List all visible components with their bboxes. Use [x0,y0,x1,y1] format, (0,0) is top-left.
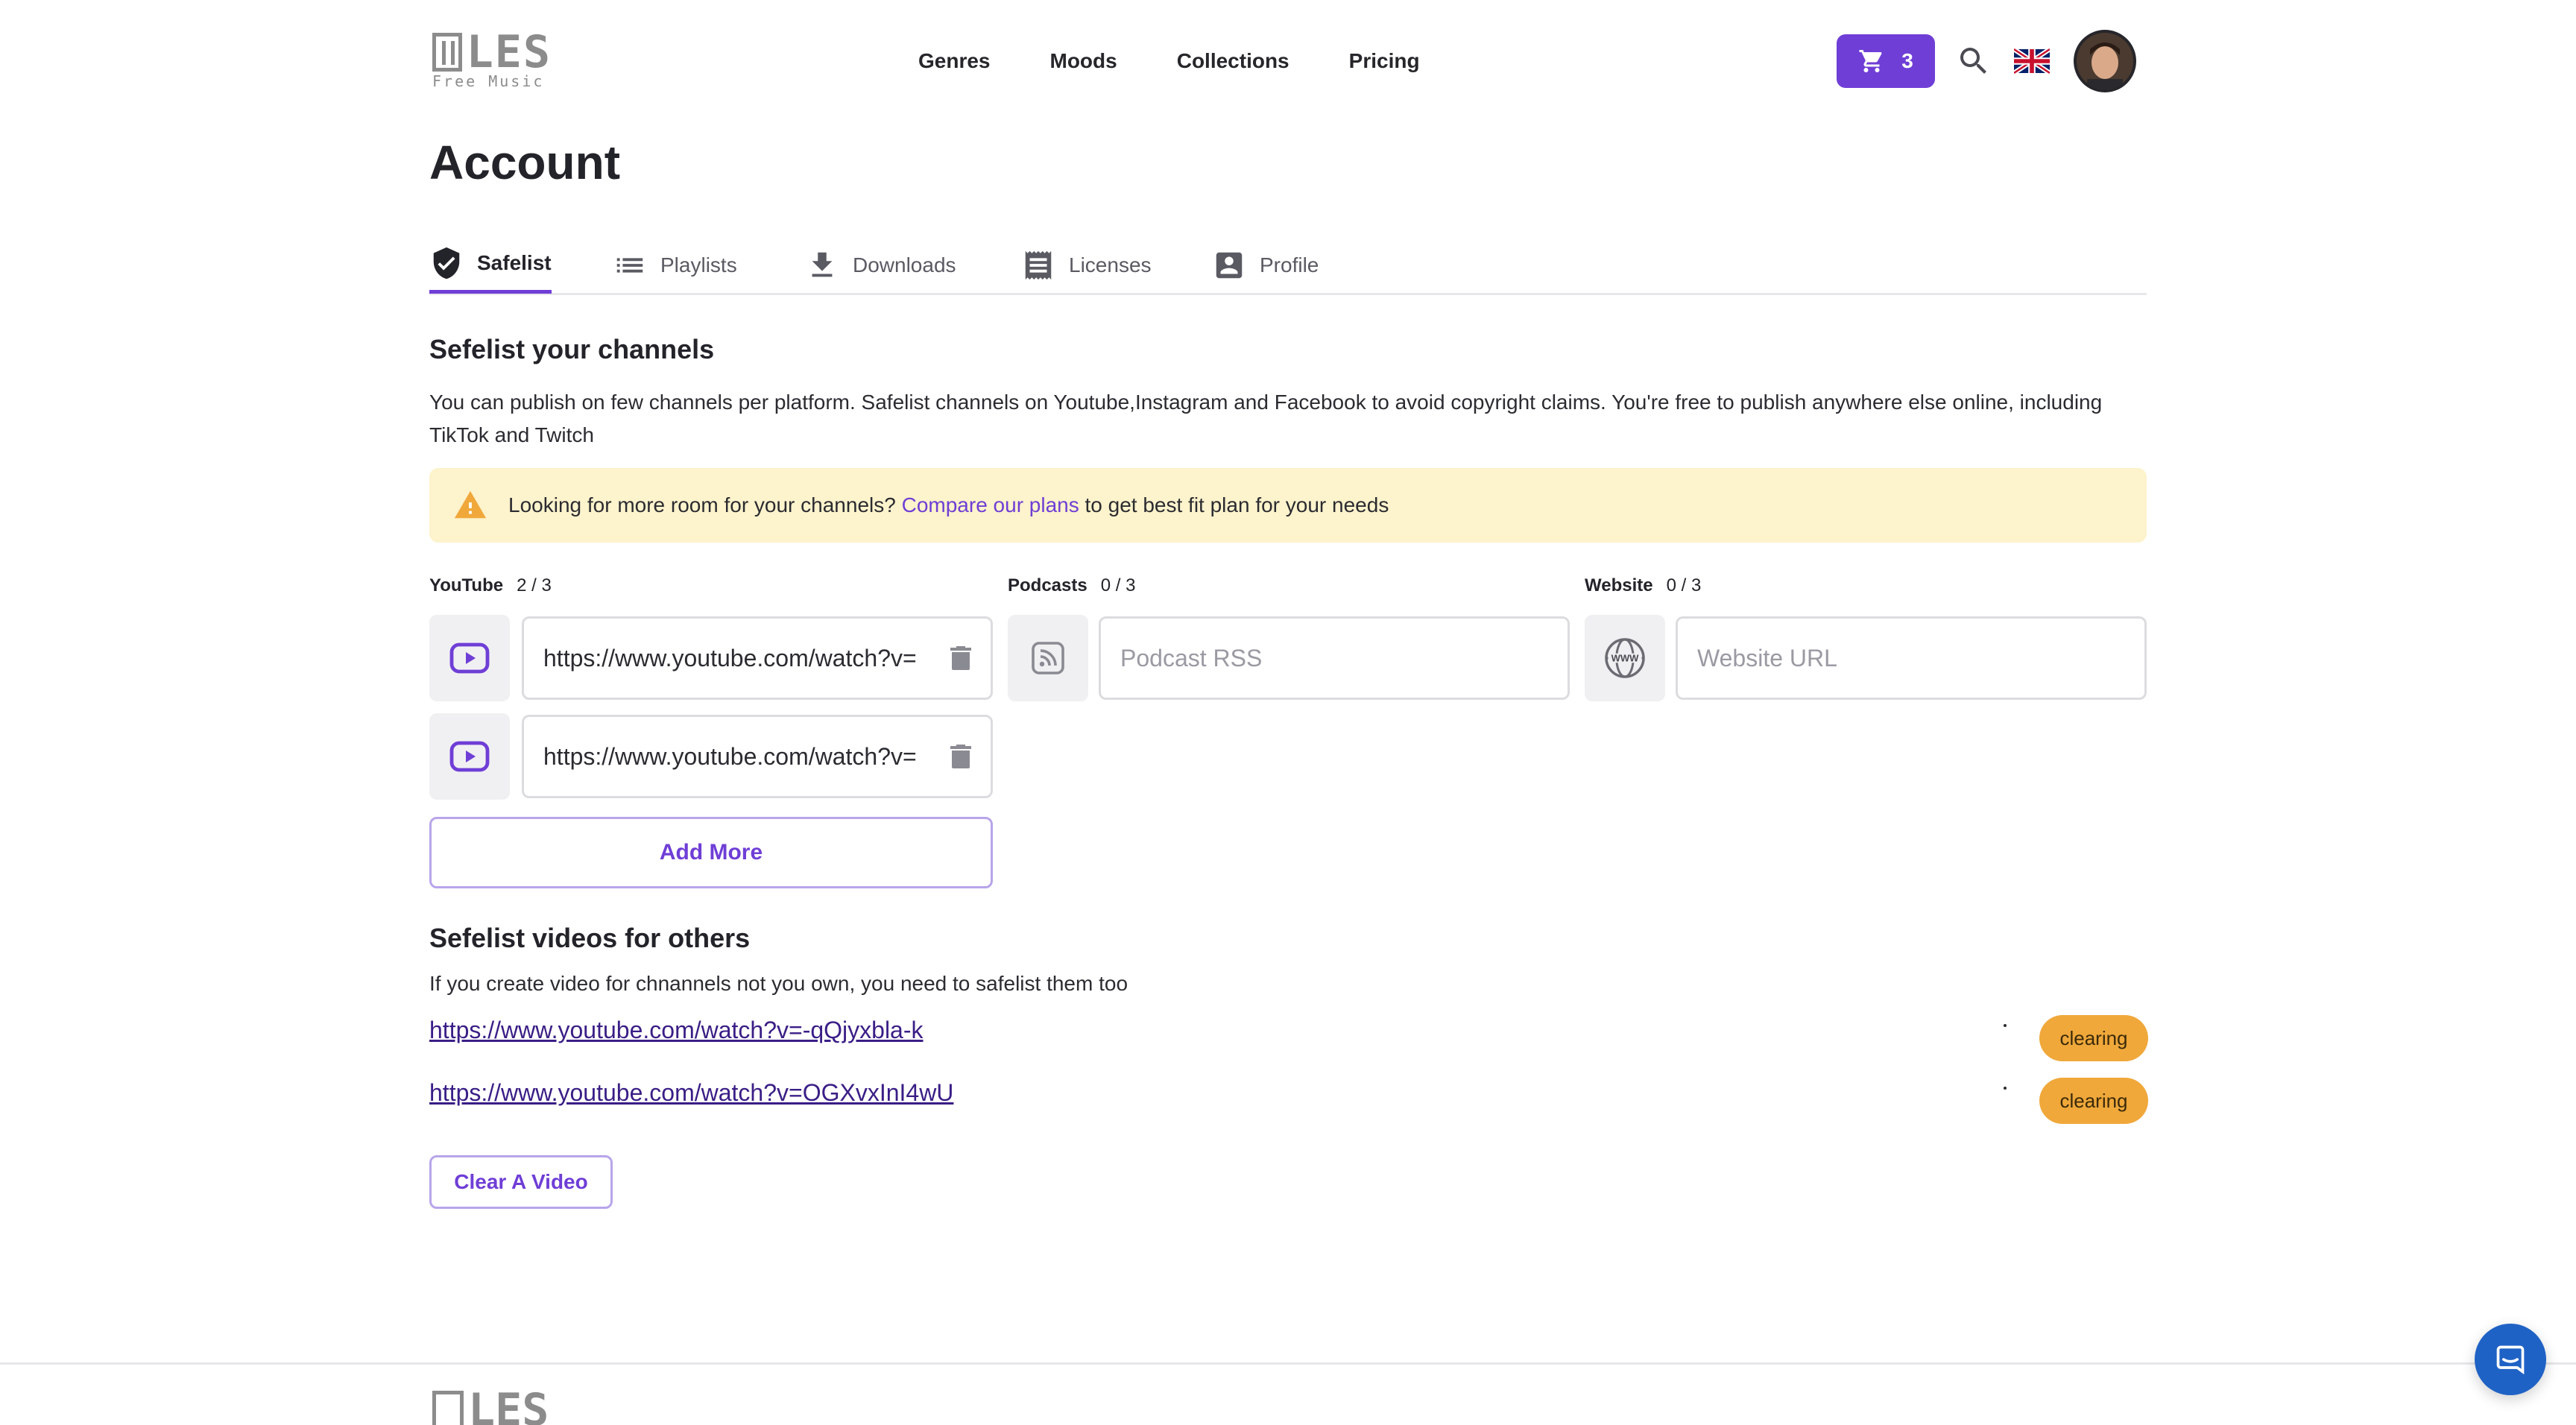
svg-text:WWW: WWW [1611,653,1640,664]
search-button[interactable] [1956,43,1992,79]
youtube-url-value: https://www.youtube.com/watch?v= [543,644,917,672]
footer-divider [0,1362,2576,1365]
youtube-url-value: https://www.youtube.com/watch?v= [543,742,917,770]
youtube-label: YouTube 2 / 3 [429,575,552,595]
list-icon [616,258,643,273]
youtube-tile [429,713,510,800]
separator-dot [2004,1024,2007,1027]
profile-card-icon [1216,252,1243,279]
main-nav: Genres Moods Collections Pricing [918,45,1420,78]
upgrade-alert: Looking for more room for your channels?… [429,468,2147,543]
rss-icon [1032,642,1064,674]
account-tabs: Safelist Playlists Downloads Licenses Pr… [429,236,2147,295]
tab-playlists[interactable]: Playlists [613,236,737,295]
channels-heading: Sefelist your channels [429,334,715,364]
video-link[interactable]: https://www.youtube.com/watch?v=-qQjyxbl… [429,1017,924,1044]
tab-label: Playlists [660,253,737,277]
website-url-placeholder: Website URL [1697,644,1837,672]
video-link[interactable]: https://www.youtube.com/watch?v=OGXvxInI… [429,1079,953,1107]
download-icon [812,252,833,277]
shield-check-icon [433,247,460,279]
logo-mark-icon [432,33,462,72]
status-badge: clearing [2039,1078,2148,1124]
website-count: 0 / 3 [1666,575,1702,595]
channels-description: You can publish on few channels per plat… [429,391,2103,446]
site-logo[interactable]: LES Free Music [432,26,552,90]
podcast-tile [1008,615,1088,701]
clear-video-button[interactable]: Clear A Video [429,1155,613,1209]
cart-count: 3 [1901,49,1913,72]
separator-dot [2004,1087,2007,1090]
youtube-count: 2 / 3 [517,575,552,595]
youtube-url-field[interactable]: https://www.youtube.com/watch?v= [522,715,993,798]
podcast-rss-placeholder: Podcast RSS [1120,644,1263,672]
podcast-rss-input[interactable]: Podcast RSS [1099,616,1570,700]
footer-logo-text: LES [468,1384,549,1425]
page-title: Account [429,136,620,189]
youtube-url-field[interactable]: https://www.youtube.com/watch?v= [522,616,993,700]
tab-licenses[interactable]: Licenses [1021,236,1152,295]
search-icon [1960,48,1986,74]
tab-profile[interactable]: Profile [1212,236,1319,295]
chat-icon [2496,1345,2525,1375]
others-description: If you create video for chnannels not yo… [429,972,1128,995]
others-heading: Sefelist videos for others [429,923,751,953]
receipt-icon [1025,250,1052,280]
nav-collections[interactable]: Collections [1177,45,1289,78]
logo-text: LES [466,26,552,78]
tab-downloads[interactable]: Downloads [805,236,956,295]
tab-label: Licenses [1069,253,1152,277]
website-url-input[interactable]: Website URL [1676,616,2147,700]
footer-logo[interactable]: LES [432,1384,549,1425]
globe-www-icon: WWW [1605,638,1645,678]
logo-subtext: Free Music [432,72,545,90]
website-tile: WWW [1585,615,1665,701]
status-badge: clearing [2039,1015,2148,1061]
logo-mark-icon [432,1391,464,1425]
podcasts-count: 0 / 3 [1100,575,1136,595]
website-label: Website 0 / 3 [1585,575,1702,595]
nav-pricing[interactable]: Pricing [1349,45,1420,78]
uk-flag-icon[interactable] [2012,47,2051,75]
tab-label: Safelist [477,250,552,274]
cart-icon [1859,50,1882,72]
nav-genres[interactable]: Genres [918,45,991,78]
add-more-button[interactable]: Add More [429,817,993,888]
nav-moods[interactable]: Moods [1050,45,1117,78]
podcasts-label: Podcasts 0 / 3 [1008,575,1136,595]
alert-text: Looking for more room for your channels?… [508,493,1389,516]
youtube-tile [429,615,510,701]
tab-label: Downloads [853,253,956,277]
compare-plans-link[interactable]: Compare our plans [902,493,1079,516]
trash-icon[interactable] [950,745,971,768]
cart-button[interactable]: 3 [1837,34,1935,88]
site-header: LES Free Music Genres Moods Collections … [0,0,2576,122]
user-avatar[interactable] [2074,30,2136,92]
tab-label: Profile [1260,253,1319,277]
youtube-icon [449,741,490,772]
trash-icon[interactable] [950,646,971,670]
tab-safelist[interactable]: Safelist [429,236,552,294]
chat-launcher-button[interactable] [2475,1324,2546,1395]
youtube-icon [449,642,490,674]
warning-icon [454,490,487,519]
